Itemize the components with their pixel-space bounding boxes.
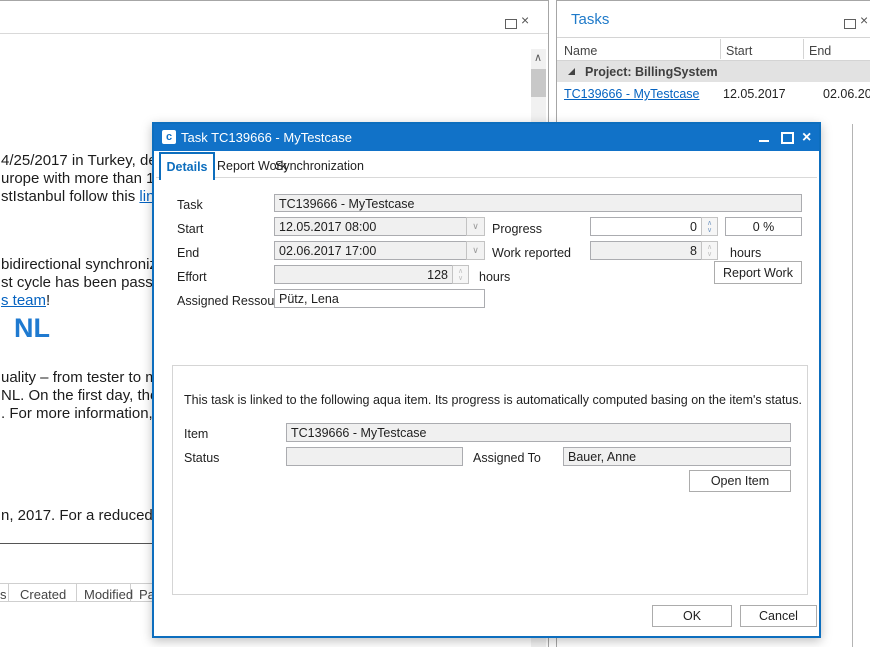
ok-button[interactable]: OK [652, 605, 732, 627]
effort-label: Effort [177, 270, 207, 284]
status-field [286, 447, 463, 466]
group-row[interactable]: Project: BillingSystem [557, 61, 870, 82]
maximize-icon[interactable] [844, 16, 856, 34]
spinner-down-icon[interactable]: ∨ [707, 251, 712, 258]
group-row-label: Project: BillingSystem [585, 65, 718, 79]
table-header-cell[interactable]: s [0, 587, 7, 602]
text-fragment: stIstanbul follow this link. [1, 188, 166, 205]
close-icon[interactable]: × [802, 132, 811, 144]
panel-edge-line [852, 124, 853, 647]
titlebar-divider [0, 33, 548, 34]
text-fragment: . For more information, pl [1, 405, 169, 422]
minimize-icon[interactable] [759, 140, 769, 142]
start-label: Start [177, 222, 203, 236]
app-icon: c [162, 130, 176, 144]
text-fragment: s team! [1, 292, 50, 309]
section-heading: NL [14, 313, 50, 344]
assigned-to-field: Bauer, Anne [563, 447, 791, 466]
group-expand-icon[interactable] [568, 68, 575, 75]
text-fragment: 4/25/2017 in Turkey, deal [1, 152, 168, 169]
spinner-up-icon[interactable]: ∧ [458, 268, 463, 275]
close-icon[interactable]: × [521, 15, 529, 25]
effort-field: 128 [274, 265, 453, 284]
status-label: Status [184, 451, 219, 465]
column-separator [720, 39, 721, 59]
screen: × ∧ 4/25/2017 in Turkey, deal urope with… [0, 0, 870, 647]
column-separator [803, 39, 804, 59]
text-fragment: ! [46, 292, 50, 309]
table-row[interactable]: TC139666 - MyTestcase 12.05.2017 02.06.2… [557, 82, 870, 104]
cancel-button[interactable]: Cancel [740, 605, 817, 627]
header-row-top-border [557, 37, 870, 38]
spinner-up-icon[interactable]: ∧ [707, 244, 712, 251]
start-dropdown-button[interactable]: ∨ [466, 217, 485, 236]
table-header-cell[interactable]: Created [20, 587, 66, 602]
scrollbar-thumb[interactable] [531, 69, 546, 97]
task-start-date: 12.05.2017 [723, 87, 786, 101]
tabbar-divider [156, 177, 817, 178]
progress-field[interactable]: 0 [590, 217, 702, 236]
work-reported-spinner[interactable]: ∧ ∨ [701, 241, 718, 260]
end-label: End [177, 246, 199, 260]
assigned-to-label: Assigned To [473, 451, 541, 465]
end-field[interactable]: 02.06.2017 17:00 [274, 241, 467, 260]
effort-unit-label: hours [479, 270, 510, 284]
maximize-icon[interactable] [781, 132, 794, 144]
linked-item-info: This task is linked to the following aqu… [184, 393, 802, 407]
close-icon[interactable]: × [860, 15, 868, 25]
maximize-icon[interactable] [505, 16, 517, 34]
dialog-titlebar[interactable]: c Task TC139666 - MyTestcase × [154, 124, 819, 151]
open-item-button[interactable]: Open Item [689, 470, 791, 492]
chevron-down-icon: ∨ [472, 222, 479, 231]
text-fragment: NL. On the first day, ther [1, 387, 163, 404]
spinner-down-icon[interactable]: ∨ [458, 275, 463, 282]
link[interactable]: s team [1, 292, 46, 309]
work-reported-field: 8 [590, 241, 702, 260]
end-dropdown-button[interactable]: ∨ [466, 241, 485, 260]
item-field: TC139666 - MyTestcase [286, 423, 791, 442]
progress-spinner[interactable]: ∧ ∨ [701, 217, 718, 236]
task-link[interactable]: TC139666 - MyTestcase [564, 87, 699, 101]
tasks-panel-title: Tasks [571, 11, 609, 28]
spinner-up-icon[interactable]: ∧ [707, 220, 712, 227]
work-unit-label: hours [730, 246, 761, 260]
column-separator [76, 584, 77, 601]
dialog-title: Task TC139666 - MyTestcase [181, 130, 352, 145]
table-header-cell[interactable]: Modified [84, 587, 133, 602]
task-label: Task [177, 198, 203, 212]
tab-details[interactable]: Details [159, 152, 215, 180]
tab-synchronization[interactable]: Synchronization [275, 159, 364, 173]
text-fragment: st cycle has been passed [1, 274, 169, 291]
report-work-button[interactable]: Report Work [714, 261, 802, 284]
item-label: Item [184, 427, 208, 441]
text-fragment: urope with more than 100 [1, 170, 171, 187]
linked-item-groupbox: This task is linked to the following aqu… [172, 365, 808, 595]
text-fragment: n, 2017. For a reduced er [1, 507, 170, 524]
text-fragment: bidirectional synchronizat [1, 256, 169, 273]
effort-spinner[interactable]: ∧ ∨ [452, 265, 469, 284]
text-fragment: stIstanbul follow this [1, 188, 139, 205]
assigned-ressource-field[interactable]: Pütz, Lena [274, 289, 485, 308]
work-reported-label: Work reported [492, 246, 571, 260]
start-field[interactable]: 12.05.2017 08:00 [274, 217, 467, 236]
progress-label: Progress [492, 222, 542, 236]
task-field: TC139666 - MyTestcase [274, 194, 802, 212]
column-header-start[interactable]: Start [726, 44, 752, 58]
chevron-up-icon[interactable]: ∧ [534, 53, 542, 64]
column-header-end[interactable]: End [809, 44, 831, 58]
column-separator [8, 584, 9, 601]
text-fragment: uality – from tester to mar [1, 369, 171, 386]
task-dialog: c Task TC139666 - MyTestcase × Details R… [152, 122, 821, 638]
progress-percent-box: 0 % [725, 217, 802, 236]
task-end-date: 02.06.2017 [823, 87, 870, 101]
column-header-name[interactable]: Name [564, 44, 597, 58]
chevron-down-icon: ∨ [472, 246, 479, 255]
spinner-down-icon[interactable]: ∨ [707, 227, 712, 234]
